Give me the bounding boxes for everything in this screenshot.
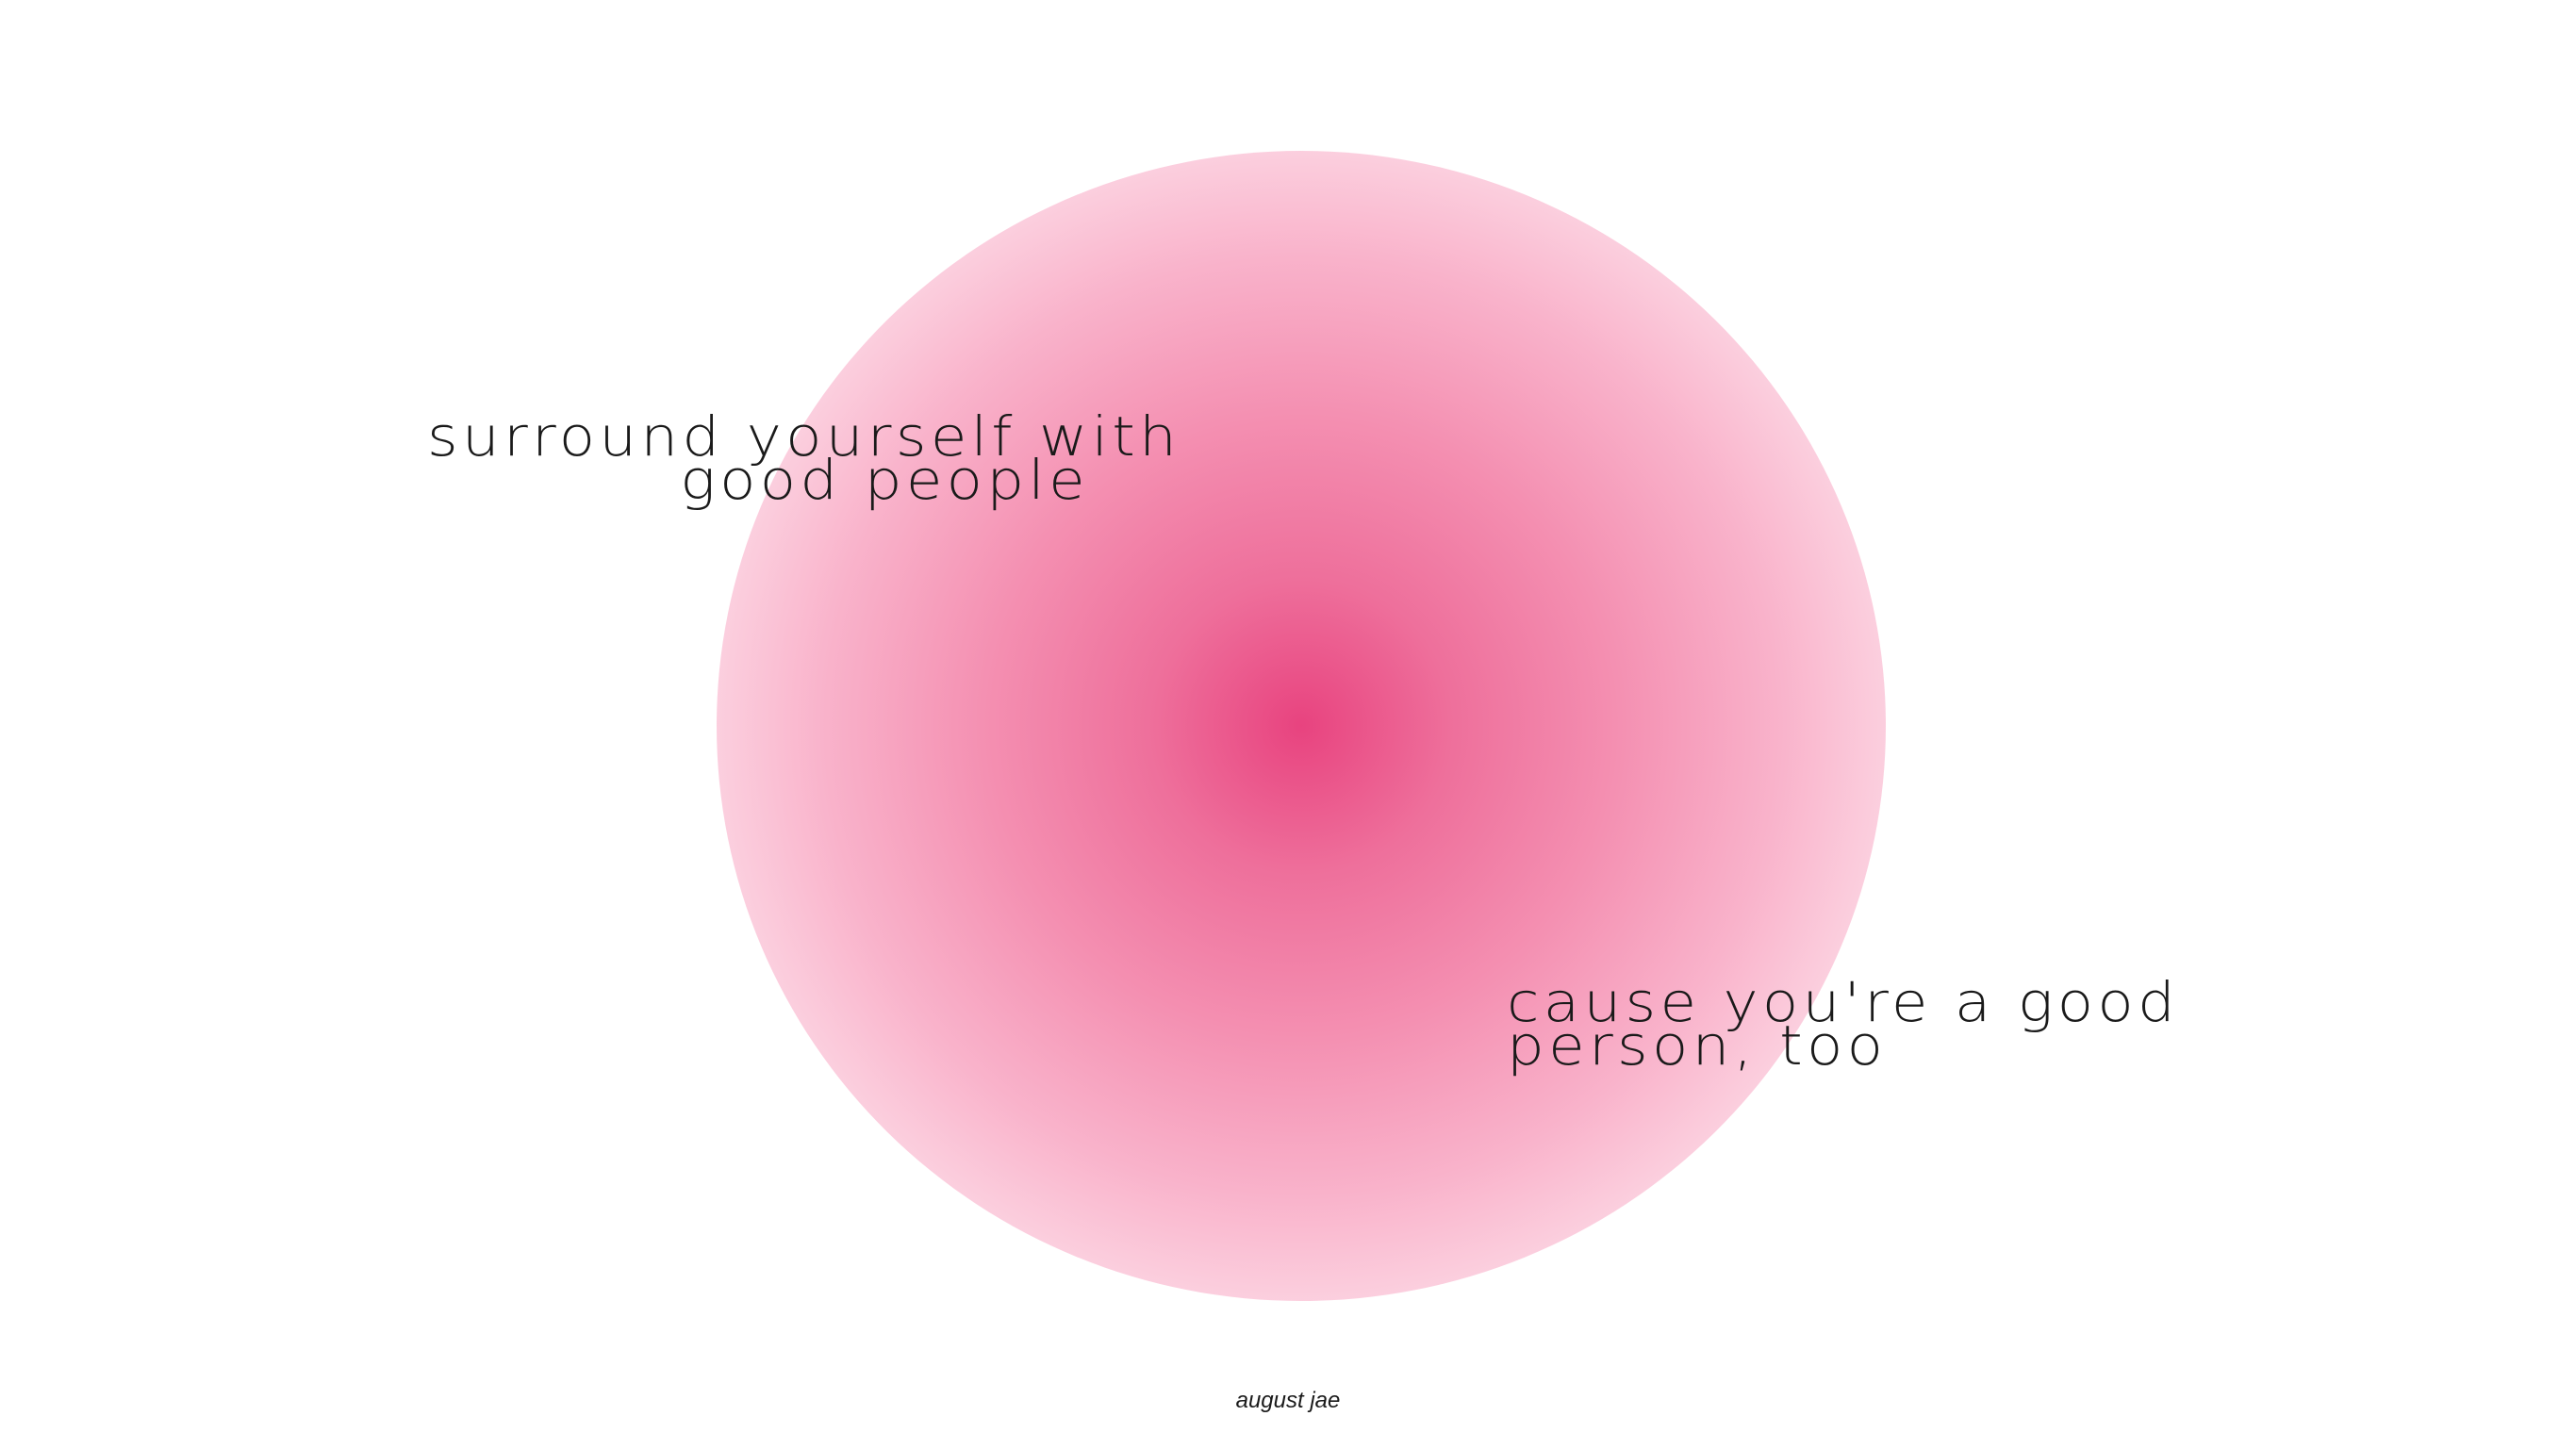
pink-radial-glow bbox=[717, 151, 1886, 1301]
author-signature: august jae bbox=[1235, 1388, 1341, 1413]
quote-first-part: surround yourself with good people bbox=[427, 409, 1177, 507]
poster-canvas: surround yourself with good people cause… bbox=[0, 0, 2576, 1449]
quote-second-part: cause you're a good person, too bbox=[1507, 975, 2175, 1073]
